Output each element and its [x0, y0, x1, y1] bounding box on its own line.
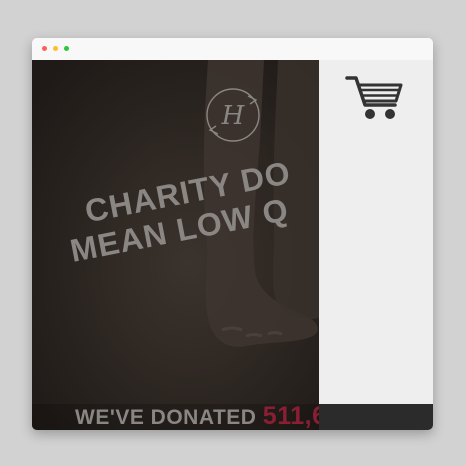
logo-letter: H: [221, 101, 246, 131]
shopping-cart-icon[interactable]: [345, 75, 403, 121]
title-bar: [32, 38, 433, 61]
donation-counter: WE'VE DONATED 511,6: [75, 402, 319, 430]
h-monogram-logo[interactable]: H: [204, 86, 262, 144]
close-window-button[interactable]: [42, 46, 47, 51]
side-panel: [319, 60, 433, 430]
maximize-window-button[interactable]: [64, 46, 69, 51]
browser-window: H CHARITY DO MEAN LOW Q WE'VE DONATED 51…: [32, 38, 433, 430]
hero-section: H CHARITY DO MEAN LOW Q WE'VE DONATED 51…: [32, 60, 319, 430]
side-panel-footer: [319, 404, 433, 430]
donated-value: 511,6: [262, 402, 319, 430]
donated-label: WE'VE DONATED: [75, 406, 257, 429]
minimize-window-button[interactable]: [53, 46, 58, 51]
